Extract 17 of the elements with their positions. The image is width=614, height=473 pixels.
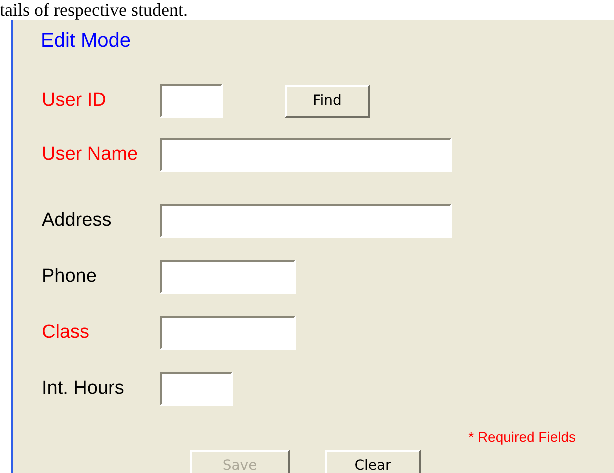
field-label: Int. Hours bbox=[41, 378, 126, 400]
input-field[interactable] bbox=[160, 372, 233, 406]
required-fields-note: * Required Fields bbox=[468, 429, 577, 445]
input-field[interactable] bbox=[160, 138, 452, 172]
field-label: Class bbox=[41, 322, 91, 344]
field-label: Address bbox=[41, 210, 113, 232]
form-button[interactable]: Clear bbox=[325, 450, 421, 473]
field-label: Phone bbox=[41, 266, 98, 288]
caption-text: tails of respective student. bbox=[0, 0, 189, 20]
input-field[interactable] bbox=[160, 204, 452, 238]
form-title: Edit Mode bbox=[40, 29, 132, 54]
input-field[interactable] bbox=[160, 260, 296, 294]
field-label: User ID bbox=[41, 90, 108, 112]
find-button[interactable]: Find bbox=[285, 84, 370, 118]
field-label: User Name bbox=[41, 144, 140, 166]
input-field[interactable] bbox=[160, 316, 296, 350]
input-field[interactable] bbox=[160, 84, 223, 118]
